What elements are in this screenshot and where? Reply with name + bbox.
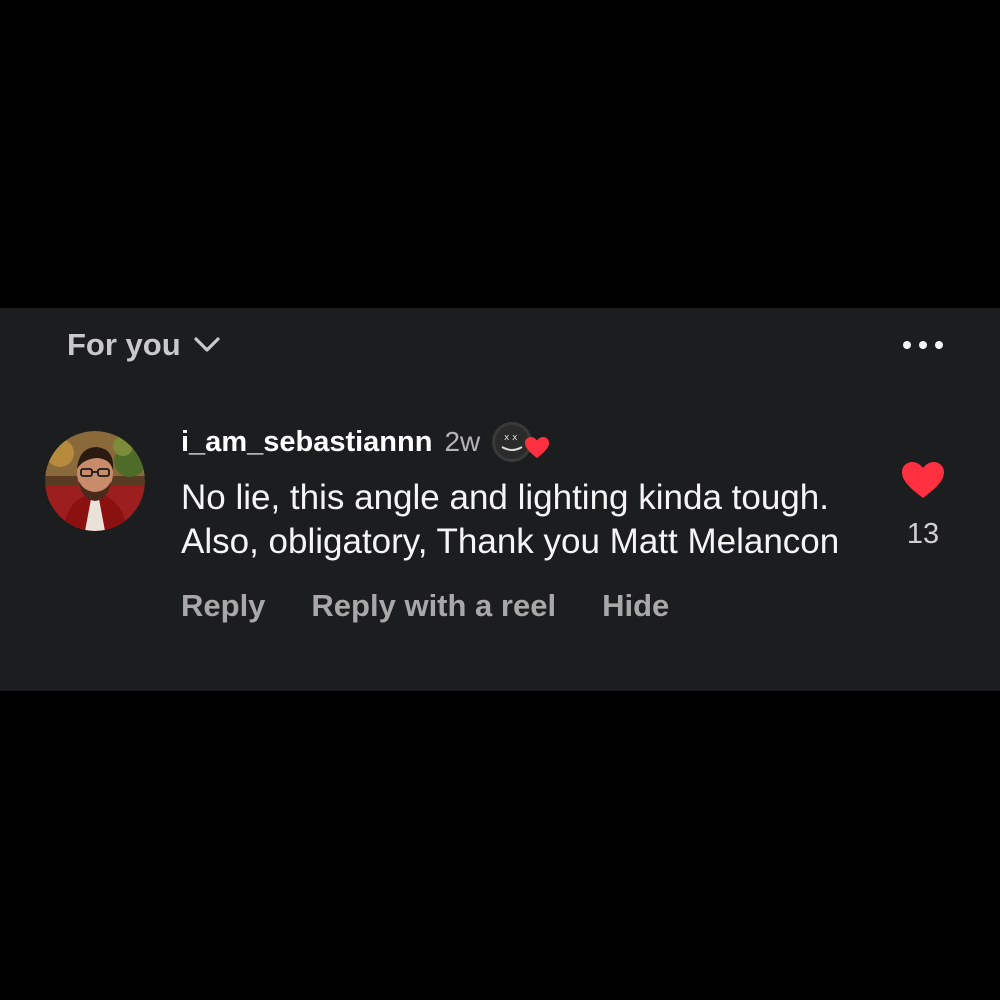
username[interactable]: i_am_sebastiannn — [181, 426, 432, 459]
chevron-down-icon — [194, 337, 220, 352]
screen: For you i_am_sebastiannn 2w x x No lie, … — [0, 0, 1000, 1000]
more-options-button[interactable] — [893, 330, 953, 360]
comment-text: No lie, this angle and lighting kinda to… — [181, 478, 840, 561]
heart-icon[interactable] — [900, 460, 946, 500]
avatar[interactable] — [45, 431, 145, 531]
comment-meta: i_am_sebastiannn 2w x x — [181, 420, 861, 464]
more-options-dot — [935, 341, 943, 349]
sort-filter-dropdown[interactable]: For you — [67, 325, 221, 365]
like-count: 13 — [906, 518, 940, 550]
comment-actions: Reply Reply with a reel Hide — [181, 588, 861, 624]
more-options-dot — [919, 341, 927, 349]
hide-button[interactable]: Hide — [602, 588, 669, 624]
creator-heart-icon: x x — [492, 422, 550, 462]
like-column: 13 — [892, 460, 954, 551]
more-options-icon — [903, 341, 911, 349]
reply-with-reel-button[interactable]: Reply with a reel — [311, 588, 556, 624]
svg-text:x x: x x — [504, 433, 518, 443]
liked-by-creator-badge: x x — [490, 420, 550, 464]
reply-button[interactable]: Reply — [181, 588, 265, 624]
comment: i_am_sebastiannn 2w x x No lie, this ang… — [181, 420, 861, 624]
user-avatar-icon — [45, 431, 145, 531]
timestamp: 2w — [444, 426, 481, 457]
sort-filter-label: For you — [67, 327, 181, 362]
